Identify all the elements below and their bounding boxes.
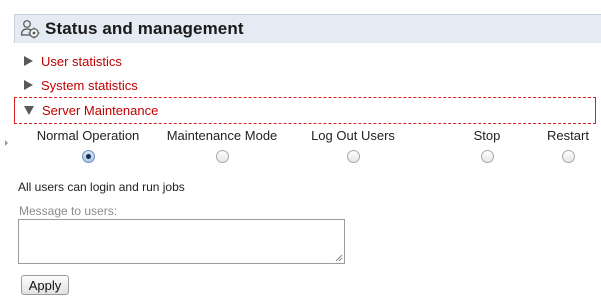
radio-restart[interactable] — [561, 150, 575, 163]
radio-log-out-users[interactable] — [346, 150, 360, 163]
radio-maintenance-mode[interactable] — [215, 150, 229, 163]
radio-stop[interactable] — [480, 150, 494, 163]
option-stop[interactable]: Stop — [462, 128, 512, 163]
option-label: Log Out Users — [311, 128, 395, 143]
option-maintenance-mode[interactable]: Maintenance Mode — [162, 128, 282, 163]
option-label: Normal Operation — [36, 128, 140, 143]
option-label: Stop — [473, 128, 501, 143]
option-restart[interactable]: Restart — [540, 128, 596, 163]
option-log-out-users[interactable]: Log Out Users — [304, 128, 402, 163]
message-label: Message to users: — [19, 204, 118, 218]
people-cog-icon — [19, 18, 41, 40]
apply-button[interactable]: Apply — [21, 275, 69, 295]
section-label: Server Maintenance — [42, 103, 159, 118]
panel-header: Status and management — [14, 14, 601, 43]
option-label: Maintenance Mode — [166, 128, 278, 143]
message-to-users-input[interactable] — [18, 219, 345, 264]
option-normal-operation[interactable]: Normal Operation — [33, 128, 143, 163]
maintenance-mode-options: Normal Operation Maintenance Mode Log Ou… — [0, 128, 601, 168]
option-label: Restart — [547, 128, 589, 143]
expand-arrow-icon — [21, 80, 35, 90]
section-user-statistics[interactable]: User statistics — [14, 48, 596, 74]
section-label: User statistics — [41, 53, 122, 69]
page-title: Status and management — [45, 19, 244, 38]
section-label: System statistics — [41, 77, 138, 93]
radio-normal-operation[interactable] — [81, 150, 95, 163]
section-system-statistics[interactable]: System statistics — [14, 72, 596, 98]
status-message: All users can login and run jobs — [18, 180, 185, 194]
expand-arrow-icon — [21, 56, 35, 66]
page: Status and management User statistics Sy… — [0, 0, 601, 299]
section-server-maintenance[interactable]: Server Maintenance — [14, 97, 596, 124]
collapse-arrow-icon — [22, 106, 36, 115]
